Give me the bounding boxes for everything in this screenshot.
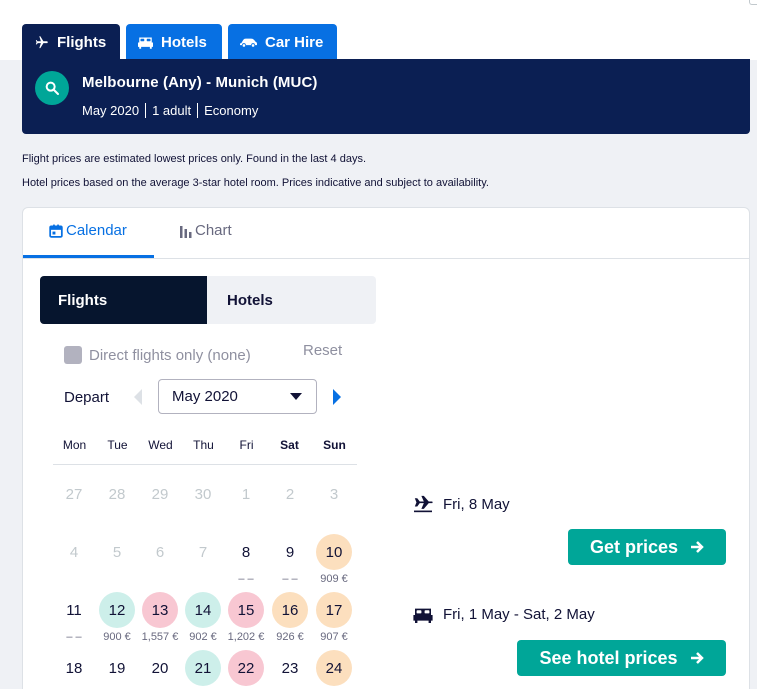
- weekday-sun: Sun: [323, 438, 346, 452]
- calendar-day[interactable]: 23: [272, 650, 308, 686]
- calendar-day: 29: [151, 485, 169, 503]
- route-text: Melbourne (Any) - Munich (MUC): [82, 74, 318, 91]
- calendar-day[interactable]: 21: [185, 650, 221, 686]
- calendar-day-price: – –: [282, 573, 298, 585]
- calendar-day: 1: [241, 485, 251, 503]
- reset-button[interactable]: Reset: [303, 342, 342, 359]
- tab-car-hire-label: Car Hire: [265, 33, 324, 51]
- direct-flights-checkbox[interactable]: [64, 346, 82, 364]
- tab-car-hire[interactable]: Car Hire: [228, 24, 337, 60]
- calendar-day: 30: [194, 485, 212, 503]
- selected-flight-date: Fri, 8 May: [413, 495, 510, 513]
- calendar-day[interactable]: 11: [56, 592, 92, 628]
- corner-mark: [749, 0, 757, 5]
- calendar-day: 27: [65, 485, 83, 503]
- calendar-day: 4: [69, 543, 79, 561]
- calendar-day: 3: [329, 485, 339, 503]
- bed-icon: [413, 608, 433, 623]
- weekday-thu: Thu: [193, 438, 214, 452]
- calendar-day[interactable]: 13: [142, 592, 178, 628]
- flight-price-note: Flight prices are estimated lowest price…: [22, 153, 367, 165]
- depart-label: Depart: [64, 389, 110, 406]
- calendar-day[interactable]: 12: [99, 592, 135, 628]
- active-tab-underline: [23, 255, 154, 258]
- bed-icon: [138, 37, 153, 49]
- chevron-down-icon: [290, 393, 302, 400]
- see-hotel-prices-label: See hotel prices: [539, 647, 678, 668]
- tab-chart-label: Chart: [195, 222, 232, 239]
- calendar-day-price: 909 €: [320, 573, 348, 585]
- calendar-day-price: 1,202 €: [227, 631, 265, 643]
- calendar-day-price: 926 €: [276, 631, 304, 643]
- search-cabin: Economy: [197, 103, 264, 118]
- calendar-day[interactable]: 8: [228, 534, 264, 570]
- calendar-day[interactable]: 20: [142, 650, 178, 686]
- get-prices-button[interactable]: Get prices: [568, 529, 726, 565]
- tab-flights[interactable]: Flights: [22, 24, 120, 60]
- tab-flights-label: Flights: [57, 33, 107, 51]
- price-calendar-card: Calendar Chart Flights Hotels Direct fli…: [22, 207, 750, 689]
- calendar-day[interactable]: 18: [56, 650, 92, 686]
- search-icon[interactable]: [35, 71, 69, 105]
- calendar-day[interactable]: 16: [272, 592, 308, 628]
- flight-date-text: Fri, 8 May: [443, 495, 510, 513]
- weekday-sat: Sat: [280, 438, 299, 452]
- top-bar: Flights Hotels Car Hire: [0, 0, 757, 60]
- calendar-day: 2: [285, 485, 295, 503]
- weekday-tue: Tue: [107, 438, 128, 452]
- search-month: May 2020: [82, 103, 140, 118]
- search-summary[interactable]: Melbourne (Any) - Munich (MUC) May 2020 …: [22, 59, 750, 134]
- see-hotel-prices-button[interactable]: See hotel prices: [517, 640, 726, 676]
- direct-flights-label: Direct flights only (none): [89, 346, 251, 364]
- calendar-day-price: 907 €: [320, 631, 348, 643]
- prev-month-icon[interactable]: [134, 389, 142, 405]
- search-travellers: 1 adult: [145, 103, 197, 118]
- calendar-day[interactable]: 17: [316, 592, 352, 628]
- calendar-day[interactable]: 10: [316, 534, 352, 570]
- calendar-day[interactable]: 24: [316, 650, 352, 686]
- tab-chart[interactable]: Chart: [180, 222, 232, 239]
- arrow-right-icon: [691, 541, 704, 553]
- calendar-day[interactable]: 15: [228, 592, 264, 628]
- search-details: May 2020 1 adult Economy: [82, 103, 264, 118]
- tab-calendar[interactable]: Calendar: [49, 222, 127, 239]
- direct-flights-filter[interactable]: Direct flights only (none): [64, 346, 251, 364]
- calendar-icon: [49, 224, 63, 238]
- tab-hotels[interactable]: Hotels: [126, 24, 222, 60]
- plane-departure-icon: [414, 495, 433, 513]
- arrow-right-icon: [690, 652, 704, 664]
- plane-icon: [35, 35, 48, 48]
- tab-calendar-label: Calendar: [66, 222, 127, 239]
- next-month-icon[interactable]: [333, 389, 341, 405]
- get-prices-label: Get prices: [589, 536, 679, 557]
- month-select[interactable]: May 2020: [158, 379, 317, 414]
- weekday-mon: Mon: [62, 438, 87, 452]
- calendar-day: 5: [112, 543, 122, 561]
- bar-chart-icon: [180, 225, 192, 238]
- calendar-day[interactable]: 19: [99, 650, 135, 686]
- hotel-price-note: Hotel prices based on the average 3-star…: [22, 177, 489, 189]
- weekday-header: Mon Tue Wed Thu Fri Sat Sun: [53, 438, 357, 465]
- car-icon: [240, 38, 257, 47]
- hotel-dates-text: Fri, 1 May - Sat, 2 May: [443, 606, 595, 623]
- month-select-value: May 2020: [172, 388, 238, 405]
- calendar-day[interactable]: 14: [185, 592, 221, 628]
- calendar-day[interactable]: 22: [228, 650, 264, 686]
- calendar-day: 28: [108, 485, 126, 503]
- selected-hotel-dates: Fri, 1 May - Sat, 2 May: [413, 606, 595, 623]
- tab-hotels-label: Hotels: [161, 33, 207, 51]
- segment-flights[interactable]: Flights: [40, 276, 209, 324]
- segment-hotels[interactable]: Hotels: [207, 276, 376, 324]
- calendar-day: 7: [198, 543, 208, 561]
- view-tabs: Calendar Chart: [23, 208, 749, 259]
- calendar-day: 6: [155, 543, 165, 561]
- weekday-fri: Fri: [239, 438, 254, 452]
- calendar-day-price: – –: [238, 573, 254, 585]
- weekday-wed: Wed: [148, 438, 173, 452]
- calendar-day[interactable]: 9: [272, 534, 308, 570]
